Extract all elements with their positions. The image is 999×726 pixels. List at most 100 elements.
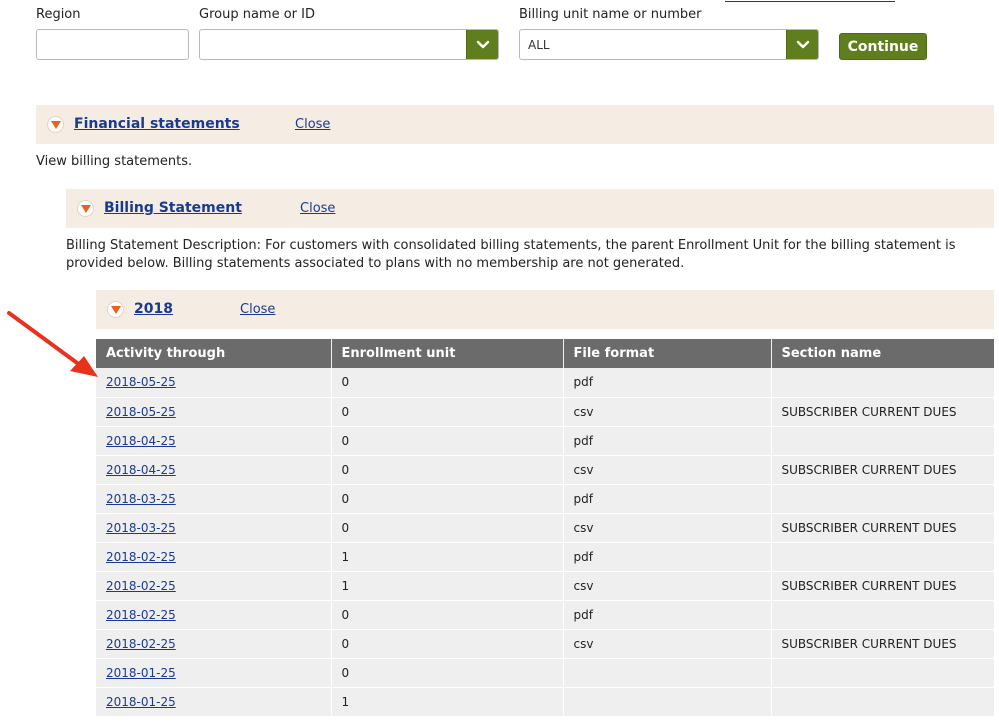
statement-date-link[interactable]: 2018-01-25 [106, 666, 176, 680]
financial-description: View billing statements. [36, 154, 193, 169]
section-name-cell [771, 687, 994, 717]
table-row: 2018-04-25 0 pdf [96, 426, 994, 456]
enrollment-unit-cell: 0 [331, 629, 564, 659]
group-select[interactable] [199, 29, 499, 60]
statements-table: Activity through Enrollment unit File fo… [96, 339, 994, 717]
activity-cell: 2018-05-25 [96, 368, 332, 398]
statement-date-link[interactable]: 2018-02-25 [106, 608, 176, 622]
statement-date-link[interactable]: 2018-02-25 [106, 550, 176, 564]
region-input[interactable] [36, 29, 189, 60]
section-name-cell: SUBSCRIBER CURRENT DUES [771, 513, 994, 543]
section-name-cell [771, 484, 994, 514]
file-format-cell: pdf [563, 426, 772, 456]
statement-date-link[interactable]: 2018-01-25 [106, 695, 176, 709]
enrollment-unit-cell: 0 [331, 513, 564, 543]
file-format-cell: pdf [563, 542, 772, 572]
enrollment-unit-cell: 1 [331, 542, 564, 572]
file-format-cell: pdf [563, 368, 772, 398]
statement-date-link[interactable]: 2018-05-25 [106, 405, 176, 419]
section-name-cell [771, 368, 994, 398]
financial-statements-link[interactable]: Financial statements [74, 116, 240, 132]
file-format-cell: pdf [563, 600, 772, 630]
column-header-enrollment: Enrollment unit [331, 339, 564, 368]
region-label: Region [36, 7, 81, 22]
enrollment-unit-cell: 0 [331, 455, 564, 485]
table-row: 2018-02-25 0 csv SUBSCRIBER CURRENT DUES [96, 629, 994, 659]
top-link-fragment[interactable] [725, 0, 895, 2]
table-row: 2018-03-25 0 pdf [96, 484, 994, 514]
billing-statement-panel: Billing Statement Close [66, 189, 994, 228]
statement-date-link[interactable]: 2018-05-25 [106, 375, 176, 389]
chevron-down-icon[interactable] [786, 30, 818, 59]
year-link[interactable]: 2018 [134, 301, 173, 317]
file-format-cell: pdf [563, 484, 772, 514]
enrollment-unit-cell: 0 [331, 426, 564, 456]
table-row: 2018-05-25 0 csv SUBSCRIBER CURRENT DUES [96, 397, 994, 427]
table-row: 2018-01-25 0 [96, 658, 994, 688]
activity-cell: 2018-03-25 [96, 484, 332, 514]
continue-button[interactable]: Continue [839, 33, 927, 60]
section-name-cell: SUBSCRIBER CURRENT DUES [771, 629, 994, 659]
file-format-cell: csv [563, 397, 772, 427]
column-header-format: File format [563, 339, 772, 368]
statement-date-link[interactable]: 2018-03-25 [106, 492, 176, 506]
column-header-section: Section name [771, 339, 994, 368]
enrollment-unit-cell: 1 [331, 687, 564, 717]
section-name-cell [771, 600, 994, 630]
section-name-cell [771, 542, 994, 572]
statement-date-link[interactable]: 2018-04-25 [106, 434, 176, 448]
year-close-link[interactable]: Close [240, 302, 275, 317]
enrollment-unit-cell: 0 [331, 484, 564, 514]
statement-date-link[interactable]: 2018-02-25 [106, 637, 176, 651]
year-panel: 2018 Close [96, 290, 994, 329]
expand-triangle-icon[interactable] [47, 116, 64, 133]
activity-cell: 2018-04-25 [96, 426, 332, 456]
file-format-cell: csv [563, 571, 772, 601]
file-format-cell: csv [563, 629, 772, 659]
table-row: 2018-02-25 0 pdf [96, 600, 994, 630]
activity-cell: 2018-05-25 [96, 397, 332, 427]
enrollment-unit-cell: 0 [331, 368, 564, 398]
expand-triangle-icon[interactable] [77, 200, 94, 217]
table-row: 2018-02-25 1 csv SUBSCRIBER CURRENT DUES [96, 571, 994, 601]
table-row: 2018-04-25 0 csv SUBSCRIBER CURRENT DUES [96, 455, 994, 485]
activity-cell: 2018-02-25 [96, 571, 332, 601]
enrollment-unit-cell: 0 [331, 600, 564, 630]
billing-unit-label: Billing unit name or number [519, 7, 702, 22]
billing-close-link[interactable]: Close [300, 201, 335, 216]
activity-cell: 2018-02-25 [96, 600, 332, 630]
section-name-cell: SUBSCRIBER CURRENT DUES [771, 571, 994, 601]
activity-cell: 2018-01-25 [96, 687, 332, 717]
file-format-cell: csv [563, 455, 772, 485]
activity-cell: 2018-01-25 [96, 658, 332, 688]
file-format-cell [563, 658, 772, 688]
billing-description-line1: Billing Statement Description: For custo… [66, 238, 956, 253]
activity-cell: 2018-03-25 [96, 513, 332, 543]
annotation-arrow-icon [7, 311, 98, 377]
file-format-cell [563, 687, 772, 717]
billing-unit-select-value: ALL [528, 38, 550, 52]
column-header-activity: Activity through [96, 339, 332, 368]
statement-date-link[interactable]: 2018-02-25 [106, 579, 176, 593]
statement-date-link[interactable]: 2018-04-25 [106, 463, 176, 477]
billing-unit-select[interactable]: ALL [519, 29, 819, 60]
billing-statement-link[interactable]: Billing Statement [104, 200, 242, 216]
table-row: 2018-05-25 0 pdf [96, 368, 994, 398]
table-row: 2018-01-25 1 [96, 687, 994, 717]
table-header-row: Activity through Enrollment unit File fo… [96, 339, 994, 368]
table-row: 2018-02-25 1 pdf [96, 542, 994, 572]
activity-cell: 2018-02-25 [96, 542, 332, 572]
group-label: Group name or ID [199, 7, 315, 22]
section-name-cell: SUBSCRIBER CURRENT DUES [771, 397, 994, 427]
billing-description-line2: provided below. Billing statements assoc… [66, 256, 685, 271]
statement-date-link[interactable]: 2018-03-25 [106, 521, 176, 535]
section-name-cell: SUBSCRIBER CURRENT DUES [771, 455, 994, 485]
chevron-down-icon[interactable] [466, 30, 498, 59]
financial-close-link[interactable]: Close [295, 117, 330, 132]
section-name-cell [771, 658, 994, 688]
table-row: 2018-03-25 0 csv SUBSCRIBER CURRENT DUES [96, 513, 994, 543]
enrollment-unit-cell: 0 [331, 658, 564, 688]
file-format-cell: csv [563, 513, 772, 543]
financial-statements-panel: Financial statements Close [36, 105, 994, 144]
activity-cell: 2018-02-25 [96, 629, 332, 659]
